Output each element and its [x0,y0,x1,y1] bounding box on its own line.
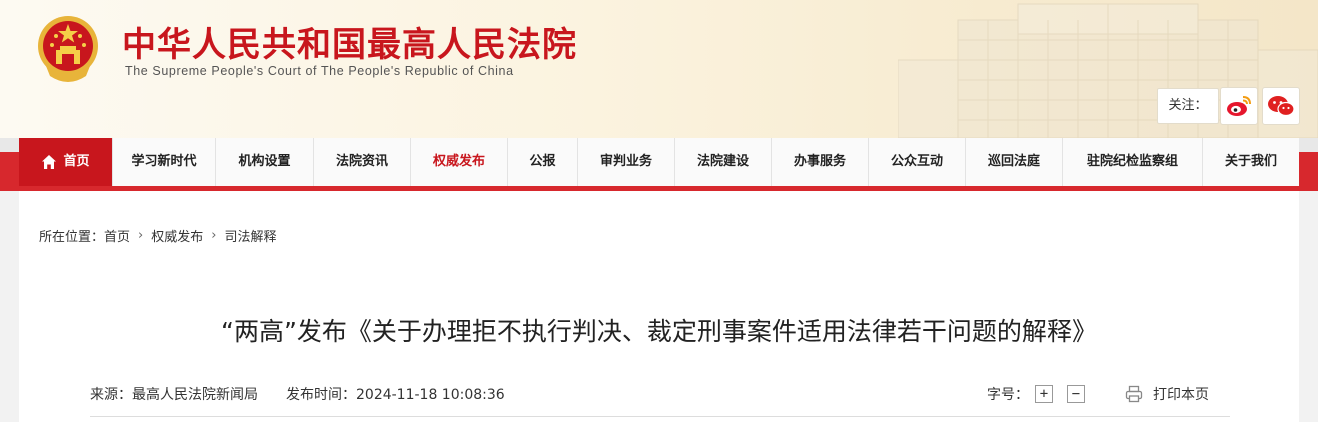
chevron-right-icon: › [138,228,144,243]
breadcrumb-link-interpretation[interactable]: 司法解释 [224,226,276,245]
print-button[interactable]: 打印本页 [1125,384,1209,404]
main-nav: 首页 学习新时代 机构设置 法院资讯 权威发布 公报 审判业务 法院建设 办事服… [19,138,1299,186]
breadcrumb-link-home[interactable]: 首页 [104,226,130,245]
nav-item-authoritative-release[interactable]: 权威发布 [411,138,508,186]
meta-divider [90,416,1230,417]
article-publish-time: 发布时间：2024-11-18 10:08:36 [286,387,505,403]
weibo-button[interactable] [1220,87,1258,125]
breadcrumb: 所在位置： 首页 › 权威发布 › 司法解释 [39,226,276,245]
main-nav-bar: 首页 学习新时代 机构设置 法院资讯 权威发布 公报 审判业务 法院建设 办事服… [0,138,1318,191]
weibo-icon [1227,96,1251,116]
wechat-button[interactable] [1262,87,1300,125]
print-label: 打印本页 [1153,387,1209,403]
article-tools: 字号： + − 打印本页 [987,384,1209,404]
nav-item-circuit-courts[interactable]: 巡回法庭 [966,138,1063,186]
site-title: 中华人民共和国最高人民法院 [122,25,577,65]
font-increase-button[interactable]: + [1035,385,1053,403]
nav-item-public-interaction[interactable]: 公众互动 [869,138,966,186]
article-panel: 所在位置： 首页 › 权威发布 › 司法解释 “两高”发布《关于办理拒不执行判决… [19,191,1299,422]
font-decrease-button[interactable]: − [1067,385,1085,403]
nav-item-discipline-group[interactable]: 驻院纪检监察组 [1063,138,1203,186]
article-meta: 来源：最高人民法院新闻局 发布时间：2024-11-18 10:08:36 [90,384,505,404]
site-subtitle: The Supreme People's Court of The People… [125,64,514,78]
follow-label: 关注： [1157,88,1219,124]
breadcrumb-prefix: 所在位置： [39,230,105,245]
nav-item-study[interactable]: 学习新时代 [113,138,216,186]
site-header: 中华人民共和国最高人民法院 The Supreme People's Court… [0,0,1318,138]
article-title: “两高”发布《关于办理拒不执行判决、裁定刑事案件适用法律若干问题的解释》 [221,317,1097,346]
article-source: 来源：最高人民法院新闻局 [90,387,258,403]
nav-accent-left [0,152,19,186]
nav-item-organization[interactable]: 机构设置 [216,138,314,186]
nav-item-services[interactable]: 办事服务 [772,138,869,186]
font-size-label: 字号： [987,387,1029,403]
nav-accent-right [1299,152,1318,186]
nav-item-court-news[interactable]: 法院资讯 [314,138,411,186]
wechat-icon [1268,96,1295,117]
nav-item-court-building[interactable]: 法院建设 [675,138,772,186]
nav-item-about-us[interactable]: 关于我们 [1203,138,1299,186]
home-icon [42,155,57,169]
breadcrumb-link-release[interactable]: 权威发布 [151,226,203,245]
national-emblem-icon [38,16,98,82]
nav-item-trial-business[interactable]: 审判业务 [578,138,675,186]
chevron-right-icon: › [211,228,217,243]
nav-item-label: 首页 [63,154,90,169]
nav-item-home[interactable]: 首页 [19,138,113,186]
nav-item-gazette[interactable]: 公报 [508,138,578,186]
printer-icon [1125,385,1143,403]
